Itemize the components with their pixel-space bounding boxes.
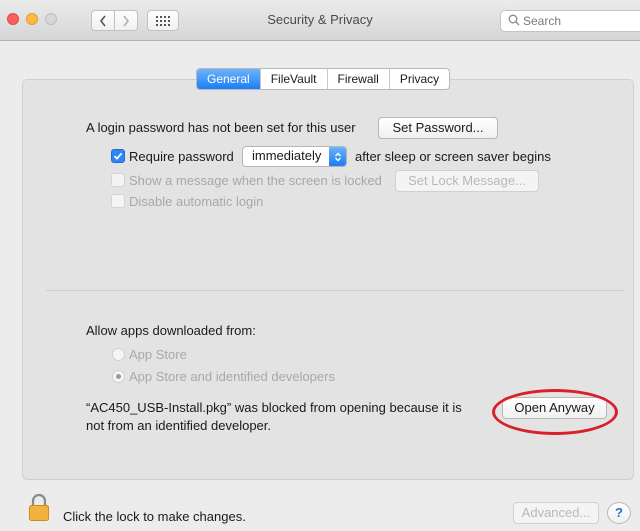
tab-firewall[interactable]: Firewall [326,69,389,89]
lock-message: Click the lock to make changes. [63,509,246,524]
close-window-button[interactable] [7,13,19,25]
red-highlight-circle [492,389,618,435]
help-button[interactable]: ? [607,502,631,524]
disable-auto-login-checkbox[interactable] [111,194,125,208]
radio-selected-dot [116,374,121,379]
checkmark-icon [113,152,123,160]
chevron-left-icon [99,15,106,26]
search-placeholder: Search [523,14,562,28]
show-message-label: Show a message when the screen is locked [129,173,382,188]
title-bar: Security & Privacy Search [0,0,640,41]
show-message-checkbox[interactable] [111,173,125,187]
chevron-right-icon [123,15,130,26]
set-lock-message-button[interactable]: Set Lock Message... [395,170,539,192]
require-password-label: Require password [129,149,234,164]
radio-app-store[interactable] [112,348,125,361]
advanced-button[interactable]: Advanced... [513,502,599,524]
after-sleep-text: after sleep or screen saver begins [355,149,551,164]
radio-app-store-identified-label: App Store and identified developers [129,369,335,384]
minimize-window-button[interactable] [26,13,38,25]
set-password-button[interactable]: Set Password... [378,117,498,139]
zoom-window-button[interactable] [45,13,57,25]
allow-apps-heading: Allow apps downloaded from: [86,323,256,338]
login-password-text: A login password has not been set for th… [86,120,356,135]
tab-filevault[interactable]: FileVault [259,69,327,89]
require-password-checkbox[interactable] [111,149,125,163]
radio-app-store-label: App Store [129,347,187,362]
require-password-delay-select[interactable]: immediately [242,146,347,167]
radio-app-store-identified[interactable] [112,370,125,383]
blocked-message-line2: not from an identified developer. [86,418,272,433]
search-field[interactable]: Search [500,10,640,32]
forward-button[interactable] [114,10,138,31]
tab-bar: General FileVault Firewall Privacy [196,68,451,90]
back-button[interactable] [91,10,115,31]
window-title: Security & Privacy [267,12,373,27]
select-arrows-icon [329,147,346,166]
require-password-delay-value: immediately [252,148,322,163]
blocked-message-line1: “AC450_USB-Install.pkg” was blocked from… [86,400,462,415]
tab-privacy[interactable]: Privacy [388,69,449,89]
search-icon [508,14,520,26]
show-all-button[interactable] [147,10,179,31]
tab-general[interactable]: General [197,69,260,89]
grid-icon [156,15,170,26]
disable-auto-login-label: Disable automatic login [129,194,264,209]
bottom-bar: Click the lock to make changes. Advanced… [0,480,640,531]
section-divider [46,290,624,291]
lock-icon[interactable] [28,493,50,523]
